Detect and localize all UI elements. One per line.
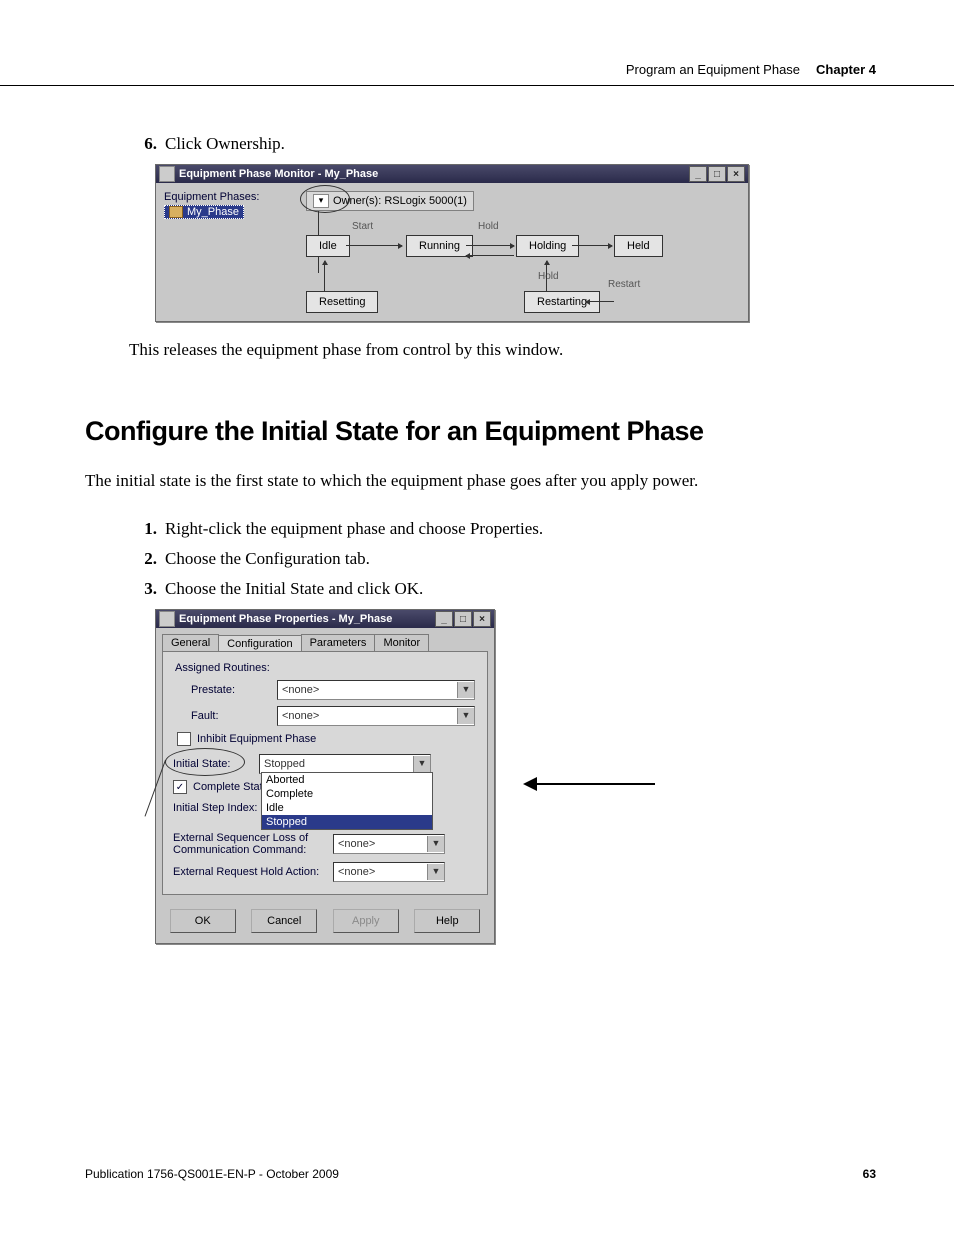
tab-configuration[interactable]: Configuration [218, 635, 301, 652]
inhibit-checkbox-row[interactable]: Inhibit Equipment Phase [177, 732, 475, 746]
option-stopped[interactable]: Stopped [262, 815, 432, 829]
initial-state-combo[interactable]: Stopped ▼ [259, 754, 431, 774]
complete-state-label: Complete State [193, 781, 269, 793]
close-button[interactable]: × [473, 611, 491, 627]
ext-hold-value: <none> [334, 866, 427, 878]
label-start: Start [352, 221, 373, 232]
help-button[interactable]: Help [414, 909, 480, 933]
properties-window: Equipment Phase Properties - My_Phase _ … [155, 609, 495, 944]
state-resetting: Resetting [306, 291, 378, 313]
ext-hold-label: External Request Hold Action: [173, 866, 333, 878]
initial-step-index-label: Initial Step Index: [173, 802, 275, 814]
label-restart: Restart [608, 279, 640, 290]
tab-parameters[interactable]: Parameters [301, 634, 376, 651]
cancel-button[interactable]: Cancel [251, 909, 317, 933]
step-3: 3. Choose the Initial State and click OK… [129, 579, 876, 599]
label-hold2: Hold [538, 271, 559, 282]
complete-state-checkbox[interactable]: ✓ [173, 780, 187, 794]
intro-text: The initial state is the first state to … [85, 471, 876, 491]
properties-window-title: Equipment Phase Properties - My_Phase [179, 613, 392, 625]
close-button[interactable]: × [727, 166, 745, 182]
state-idle: Idle [306, 235, 350, 257]
apply-button[interactable]: Apply [333, 909, 399, 933]
step-1-num: 1. [129, 519, 157, 539]
ext-loss-value: <none> [334, 838, 427, 850]
label-hold: Hold [478, 221, 499, 232]
tree-label: Equipment Phases: [164, 191, 292, 203]
step-1-text: Right-click the equipment phase and choo… [165, 519, 876, 539]
minimize-button[interactable]: _ [689, 166, 707, 182]
release-text: This releases the equipment phase from c… [129, 340, 876, 360]
monitor-window-title: Equipment Phase Monitor - My_Phase [179, 168, 378, 180]
maximize-button[interactable]: □ [454, 611, 472, 627]
window-icon [159, 166, 175, 182]
ext-loss-combo[interactable]: <none> ▼ [333, 834, 445, 854]
initial-state-dropdown[interactable]: Aborted Complete Idle Stopped [261, 772, 433, 830]
dropdown-icon: ▼ [457, 682, 474, 698]
ext-loss-label: External Sequencer Loss of Communication… [173, 832, 333, 856]
maximize-button[interactable]: □ [708, 166, 726, 182]
initial-state-value: Stopped [260, 758, 413, 770]
step-6: 6. Click Ownership. [129, 134, 876, 154]
dropdown-icon: ▼ [427, 864, 444, 880]
step-2-num: 2. [129, 549, 157, 569]
page-number: 63 [863, 1167, 876, 1181]
option-idle[interactable]: Idle [262, 801, 432, 815]
ext-hold-combo[interactable]: <none> ▼ [333, 862, 445, 882]
state-holding: Holding [516, 235, 579, 257]
callout-arrow [525, 783, 655, 785]
option-aborted[interactable]: Aborted [262, 773, 432, 787]
tab-monitor[interactable]: Monitor [374, 634, 429, 651]
inhibit-label: Inhibit Equipment Phase [197, 733, 316, 745]
section-heading: Configure the Initial State for an Equip… [85, 416, 876, 447]
minimize-button[interactable]: _ [435, 611, 453, 627]
state-running: Running [406, 235, 473, 257]
dropdown-icon: ▼ [457, 708, 474, 724]
window-icon [159, 611, 175, 627]
step-6-text: Click Ownership. [165, 134, 876, 154]
step-3-num: 3. [129, 579, 157, 599]
dropdown-icon: ▼ [427, 836, 444, 852]
tree-item-label: My_Phase [187, 206, 239, 218]
fault-value: <none> [278, 710, 457, 722]
ownership-label: Owner(s): RSLogix 5000(1) [333, 195, 467, 207]
inhibit-checkbox[interactable] [177, 732, 191, 746]
step-1: 1. Right-click the equipment phase and c… [129, 519, 876, 539]
step-2: 2. Choose the Configuration tab. [129, 549, 876, 569]
prestate-value: <none> [278, 684, 457, 696]
dropdown-icon: ▼ [413, 756, 430, 772]
header-chapter: Chapter 4 [816, 62, 876, 77]
step-6-num: 6. [129, 134, 157, 154]
publication-info: Publication 1756-QS001E-EN-P - October 2… [85, 1167, 339, 1181]
prestate-combo[interactable]: <none> ▼ [277, 680, 475, 700]
fault-label: Fault: [175, 710, 277, 722]
prestate-label: Prestate: [175, 684, 277, 696]
step-3-text: Choose the Initial State and click OK. [165, 579, 876, 599]
state-held: Held [614, 235, 663, 257]
monitor-window: Equipment Phase Monitor - My_Phase _ □ ×… [155, 164, 749, 322]
tree-item[interactable]: My_Phase [164, 205, 244, 219]
header-title: Program an Equipment Phase [626, 62, 800, 77]
option-complete[interactable]: Complete [262, 787, 432, 801]
phase-icon [169, 206, 183, 218]
tab-general[interactable]: General [162, 634, 219, 651]
step-2-text: Choose the Configuration tab. [165, 549, 876, 569]
fault-combo[interactable]: <none> ▼ [277, 706, 475, 726]
assigned-routines-label: Assigned Routines: [175, 662, 475, 674]
ok-button[interactable]: OK [170, 909, 236, 933]
